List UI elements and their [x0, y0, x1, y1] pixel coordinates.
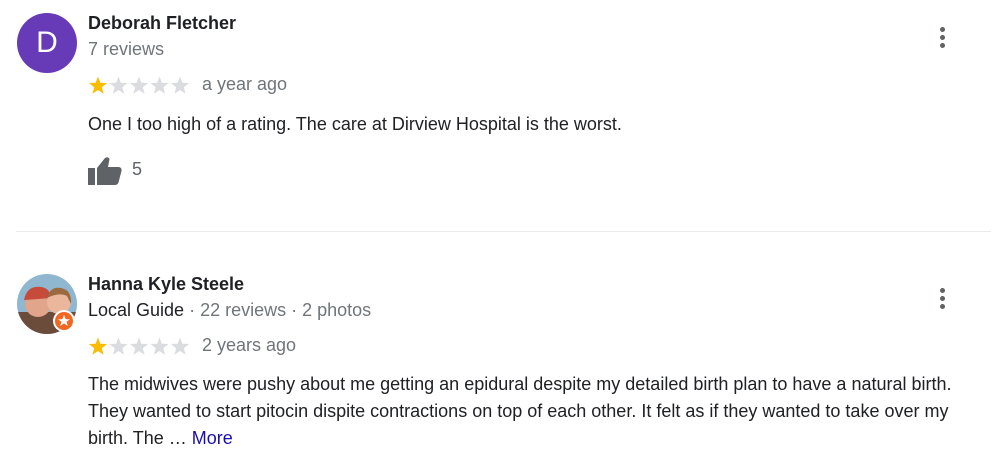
separator: ·	[184, 300, 201, 320]
thumbs-up-icon	[88, 157, 122, 185]
review-card: D Deborah Fletcher 7 reviews a year ago …	[0, 0, 999, 232]
reviews-count: 22 reviews	[200, 300, 287, 320]
star-empty-icon	[170, 76, 190, 94]
review-text: The midwives were pushy about me getting…	[88, 371, 978, 452]
review-text: One I too high of a rating. The care at …	[88, 114, 622, 134]
reviewer-stats: 7 reviews	[88, 39, 165, 59]
rating-row: a year ago	[88, 74, 287, 98]
star-rating	[88, 336, 190, 356]
star-empty-icon	[150, 76, 169, 94]
avatar[interactable]: D	[17, 13, 77, 73]
star-filled-icon	[88, 337, 108, 355]
review-date: 2 years ago	[202, 335, 297, 355]
star-empty-icon	[109, 337, 128, 355]
star-empty-icon	[109, 76, 128, 94]
reviewer-name[interactable]: Hanna Kyle Steele	[88, 274, 244, 295]
more-options-button[interactable]	[930, 25, 954, 55]
star-rating-icon	[88, 337, 190, 355]
like-count: 5	[132, 159, 143, 179]
avatar-photo-icon	[17, 274, 77, 334]
more-options-button[interactable]	[930, 286, 954, 316]
star-empty-icon	[150, 337, 169, 355]
more-link[interactable]: More	[192, 428, 233, 448]
star-rating-icon	[88, 76, 190, 94]
star-empty-icon	[170, 337, 190, 355]
review-date: a year ago	[202, 74, 288, 94]
photos-count: 2 photos	[302, 300, 372, 320]
reviewer-stats: Local Guide · 22 reviews · 2 photos	[88, 300, 371, 321]
separator: ·	[286, 300, 303, 320]
avatar[interactable]	[17, 274, 77, 334]
rating-row: 2 years ago	[88, 335, 296, 359]
local-guide-label: Local Guide	[88, 300, 185, 320]
reviewer-name[interactable]: Deborah Fletcher	[88, 13, 236, 34]
star-filled-icon	[88, 76, 108, 94]
star-empty-icon	[129, 76, 149, 94]
review-card: Hanna Kyle Steele Local Guide · 22 revie…	[0, 232, 999, 469]
star-empty-icon	[129, 337, 149, 355]
star-rating	[88, 75, 190, 95]
